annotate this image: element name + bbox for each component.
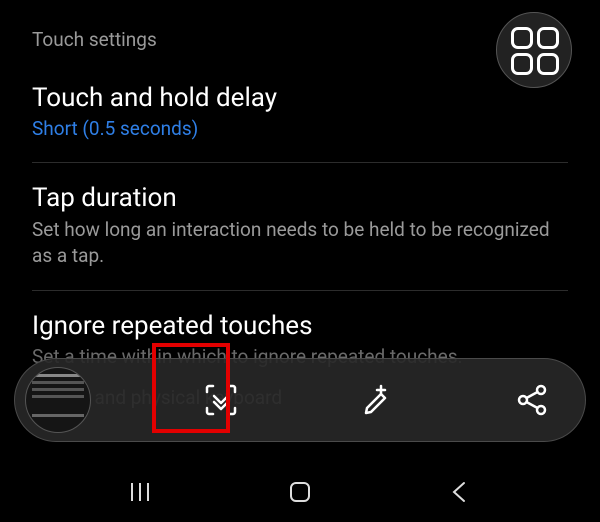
recents-button[interactable] (120, 472, 160, 512)
home-button[interactable] (280, 472, 320, 512)
home-icon (286, 478, 314, 506)
share-button[interactable] (507, 375, 557, 425)
screenshot-thumbnail[interactable] (25, 367, 91, 433)
grid-icon (537, 27, 559, 49)
scroll-capture-button[interactable] (196, 375, 246, 425)
screenshot-toolbar (14, 358, 586, 442)
setting-title: Touch and hold delay (32, 83, 568, 113)
back-button[interactable] (440, 472, 480, 512)
edit-icon (359, 382, 395, 418)
setting-title: Ignore repeated touches (32, 311, 568, 341)
grid-icon (511, 27, 533, 49)
setting-value: Short (0.5 seconds) (32, 117, 568, 140)
recents-icon (126, 478, 154, 506)
grid-icon (537, 53, 559, 75)
setting-ignore-repeated[interactable]: Ignore repeated touches Set a time withi… (0, 291, 600, 368)
scroll-capture-icon (203, 382, 239, 418)
setting-title: Tap duration (32, 183, 568, 213)
navigation-bar (0, 462, 600, 522)
apps-grid-button[interactable] (496, 12, 572, 88)
setting-tap-duration[interactable]: Tap duration Set how long an interaction… (0, 163, 600, 290)
edit-button[interactable] (352, 375, 402, 425)
grid-icon (511, 53, 533, 75)
back-icon (446, 478, 474, 506)
share-icon (514, 382, 550, 418)
setting-desc: Set how long an interaction needs to be … (32, 217, 568, 268)
